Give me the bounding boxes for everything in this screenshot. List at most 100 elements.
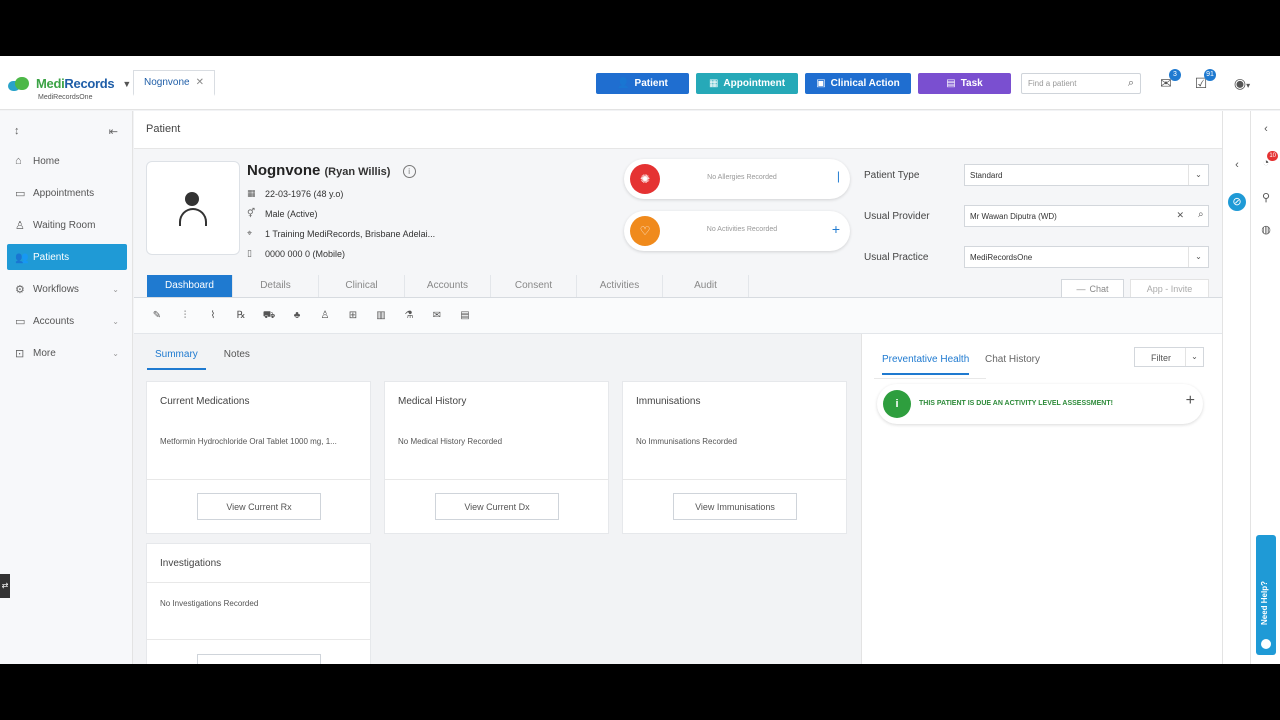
chevron-down-icon[interactable]: ⌄ <box>1185 348 1203 366</box>
info-icon[interactable]: i <box>402 164 416 178</box>
tab-preventative-health[interactable]: Preventative Health <box>882 354 970 375</box>
mail-icon[interactable]: ✉ 3 <box>1157 69 1181 91</box>
measurements-icon[interactable]: ⫶ <box>178 309 192 323</box>
usual-practice-select[interactable]: MediRecordsOne ⌄ <box>964 246 1209 268</box>
open-patient-tab[interactable]: Nognvone ✕ <box>133 70 215 96</box>
patient-dob: ▦ 22-03-1976 (48 y.o) <box>247 188 343 199</box>
chevron-left-icon[interactable]: ‹ <box>1229 159 1245 171</box>
subtab-summary[interactable]: Summary <box>147 345 206 370</box>
new-appointment-button[interactable]: ▦ Appointment <box>696 73 798 94</box>
add-icon[interactable]: + <box>1186 392 1195 410</box>
patient-name: Nognvone (Ryan Willis) i <box>247 162 416 179</box>
message-icon[interactable]: ▤ <box>458 309 472 323</box>
accounts-icon: ▭ <box>15 315 26 328</box>
add-activity-icon[interactable]: + <box>832 221 840 237</box>
lab-icon[interactable]: ⚗ <box>402 309 416 323</box>
tree-icon[interactable]: ♣ <box>290 309 304 323</box>
mail-icon[interactable]: ✉ <box>430 309 444 323</box>
need-help-button[interactable]: Need Help? <box>1256 535 1276 655</box>
sidebar-item-patients[interactable]: 👥 Patients <box>7 244 127 270</box>
view-current-rx-button[interactable]: View Current Rx <box>197 493 321 520</box>
user-menu-icon[interactable]: ◉▾ <box>1227 75 1257 91</box>
tab-activities[interactable]: Activities <box>577 275 663 297</box>
sidebar-item-more[interactable]: ⊡ More ⌄ <box>7 340 127 366</box>
search-icon[interactable]: ⌕ <box>1128 77 1134 90</box>
new-patient-button[interactable]: 👤 Patient <box>596 73 689 94</box>
person-icon[interactable]: ♙ <box>318 309 332 323</box>
prescription-icon[interactable]: ℞ <box>234 309 248 323</box>
brand-subtitle: MediRecordsOne <box>38 94 93 101</box>
tab-accounts[interactable]: Accounts <box>405 275 491 297</box>
consult-icon[interactable]: ✎ <box>150 309 164 323</box>
allergies-status: No Allergies Recorded <box>707 174 777 181</box>
close-icon[interactable]: ✕ <box>196 77 204 88</box>
chat-button[interactable]: — Chat <box>1061 279 1124 299</box>
app-window: MediRecords ▼ MediRecordsOne Nognvone ✕ … <box>0 56 1280 664</box>
chevron-down-icon[interactable]: ⌄ <box>1188 165 1208 185</box>
chart-icon[interactable]: ⌇ <box>206 309 220 323</box>
sidebar-item-label: Appointments <box>33 187 95 199</box>
side-handle-icon[interactable]: ⇄ <box>0 574 10 598</box>
sidebar-item-accounts[interactable]: ▭ Accounts ⌄ <box>7 308 127 334</box>
expand-vertical-icon[interactable]: ↕ <box>14 125 20 137</box>
view-immunisations-button[interactable]: View Immunisations <box>673 493 797 520</box>
view-current-dx-button[interactable]: View Current Dx <box>435 493 559 520</box>
activities-card[interactable]: ♡ No Activities Recorded + <box>624 211 850 251</box>
sidebar-item-waiting-room[interactable]: ♙ Waiting Room <box>7 212 127 238</box>
card-value: No Medical History Recorded <box>398 437 503 446</box>
due-assessment-card[interactable]: i THIS PATIENT IS DUE AN ACTIVITY LEVEL … <box>877 384 1203 424</box>
current-medications-card: Current Medications Metformin Hydrochlor… <box>146 381 371 534</box>
chat-bubble-icon <box>1261 639 1271 649</box>
patient-phone: ▯ 0000 000 0 (Mobile) <box>247 248 345 259</box>
sidebar-item-home[interactable]: ⌂ Home <box>7 148 127 174</box>
chevron-down-icon[interactable]: ⌄ <box>1188 247 1208 267</box>
filter-button[interactable]: Filter ⌄ <box>1134 347 1204 367</box>
tab-dashboard[interactable]: Dashboard <box>147 275 233 297</box>
gender-icon: ⚥ <box>247 208 256 218</box>
sidebar: ↕ ⇤ ⌂ Home ▭ Appointments ♙ Waiting Room 👥 P… <box>0 111 133 664</box>
headset-icon[interactable]: ◍ <box>1258 223 1274 236</box>
brand-logo[interactable]: MediRecords ▼ <box>8 76 131 91</box>
notifications-icon[interactable]: ◔ 10 <box>1258 151 1278 169</box>
sidebar-item-label: Patients <box>33 251 70 263</box>
tab-consent[interactable]: Consent <box>491 275 577 297</box>
main-area: Patient Nognvone (Ryan Willis) i ▦ 22-03-… <box>134 111 1222 664</box>
tasks-icon[interactable]: ☑ 91 <box>1192 69 1216 91</box>
medical-kit-icon[interactable]: ⊞ <box>346 309 360 323</box>
clear-icon[interactable]: ✕ <box>1176 210 1184 221</box>
tab-underline <box>874 378 986 379</box>
new-task-button[interactable]: ▤ Task <box>918 73 1011 94</box>
card-title: Medical History <box>398 396 467 407</box>
find-patient-input[interactable]: Find a patient ⌕ <box>1021 73 1141 94</box>
tasks-badge: 91 <box>1204 69 1216 81</box>
allergy-marker-icon[interactable]: | <box>837 169 840 183</box>
briefcase-icon: ▣ <box>816 78 826 89</box>
patient-type-select[interactable]: Standard ⌄ <box>964 164 1209 186</box>
collapse-sidebar-icon[interactable]: ⇤ <box>109 125 118 138</box>
tab-clinical[interactable]: Clinical <box>319 275 405 297</box>
activities-status: No Activities Recorded <box>706 226 778 233</box>
view-investigations-button[interactable] <box>197 654 321 664</box>
pin-icon[interactable]: ⚲ <box>1258 191 1274 204</box>
vehicle-icon[interactable]: ⛟ <box>262 309 276 323</box>
sidebar-item-workflows[interactable]: ⚙ Workflows ⌄ <box>7 276 127 302</box>
tab-chat-history[interactable]: Chat History <box>985 354 1040 373</box>
calendar-icon[interactable]: ▥ <box>374 309 388 323</box>
allergies-card[interactable]: ✺ No Allergies Recorded | <box>624 159 850 199</box>
tag-icon[interactable]: ⊘ <box>1228 193 1246 211</box>
tab-details[interactable]: Details <box>233 275 319 297</box>
chevron-down-icon[interactable]: ▼ <box>122 79 131 89</box>
subtab-notes[interactable]: Notes <box>216 345 258 370</box>
sidebar-item-appointments[interactable]: ▭ Appointments <box>7 180 127 206</box>
phone-icon: ▯ <box>247 248 252 258</box>
chevron-left-icon[interactable]: ‹ <box>1258 123 1274 135</box>
clinical-action-button[interactable]: ▣ Clinical Action <box>805 73 911 94</box>
search-icon[interactable]: ⌕ <box>1198 209 1212 220</box>
patient-tabs: Dashboard Details Clinical Accounts Cons… <box>147 275 749 297</box>
tab-audit[interactable]: Audit <box>663 275 749 297</box>
top-bar: MediRecords ▼ MediRecordsOne Nognvone ✕ … <box>0 56 1280 110</box>
home-icon: ⌂ <box>15 155 22 167</box>
usual-provider-input[interactable]: Mr Wawan Diputra (WD) ✕ ⌕ <box>964 205 1209 227</box>
app-invite-button[interactable]: App - Invite <box>1130 279 1209 299</box>
avatar[interactable] <box>146 161 240 255</box>
